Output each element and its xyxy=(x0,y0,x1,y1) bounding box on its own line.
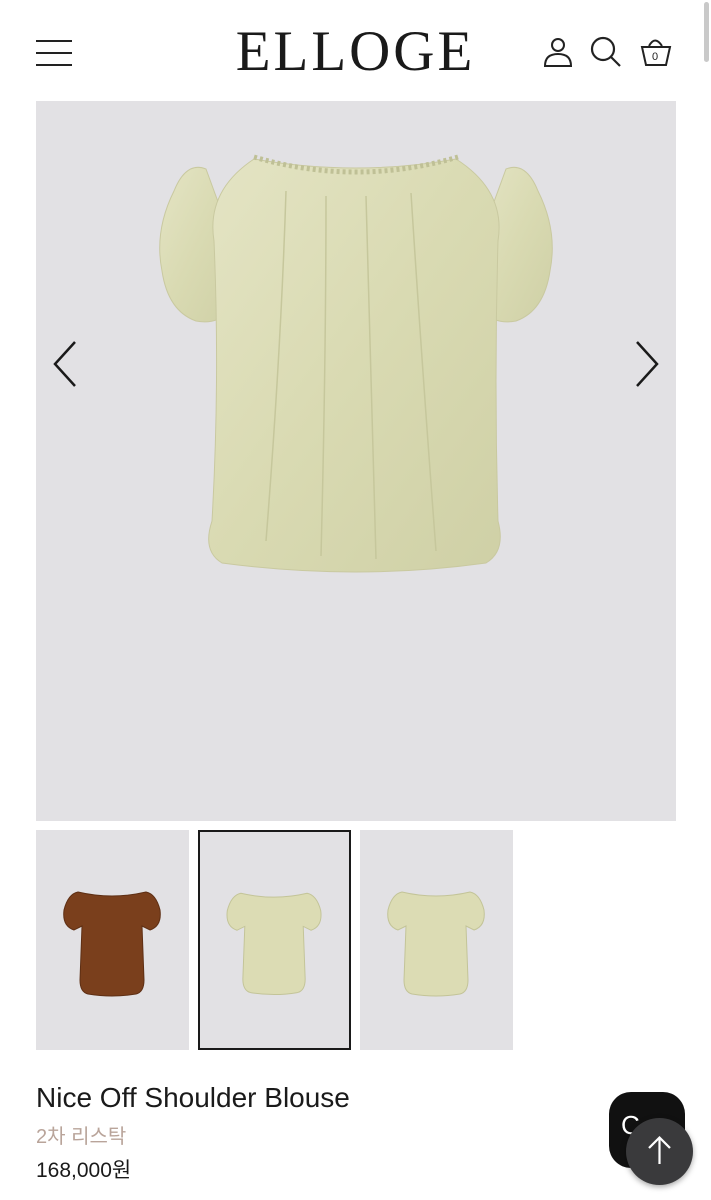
product-price: 168,000원 xyxy=(36,1159,132,1182)
olive-blouse-thumbnail xyxy=(226,892,322,996)
thumbnail-olive-selected[interactable] xyxy=(198,830,351,1050)
product-name: Nice Off Shoulder Blouse xyxy=(36,1082,350,1113)
thumbnail-brown[interactable] xyxy=(36,830,189,1050)
product-main-image[interactable] xyxy=(36,101,676,821)
product-restock-note: 2차 리스탁 xyxy=(36,1126,127,1148)
search-icon[interactable] xyxy=(588,34,624,70)
scroll-to-top-button[interactable] xyxy=(626,1118,693,1185)
thumbnail-olive[interactable] xyxy=(360,830,513,1050)
site-header: ELLOGE 0 xyxy=(0,0,711,100)
olive-blouse-photo xyxy=(159,154,553,573)
arrow-up-icon xyxy=(648,1135,671,1164)
brown-blouse-thumbnail xyxy=(63,891,161,997)
olive-blouse-thumbnail xyxy=(387,891,485,997)
user-icon[interactable] xyxy=(540,34,576,70)
basket-icon[interactable]: 0 xyxy=(638,34,674,70)
cart-count: 0 xyxy=(651,51,659,63)
chevron-right-icon[interactable] xyxy=(632,339,662,389)
chevron-left-icon[interactable] xyxy=(50,339,80,389)
